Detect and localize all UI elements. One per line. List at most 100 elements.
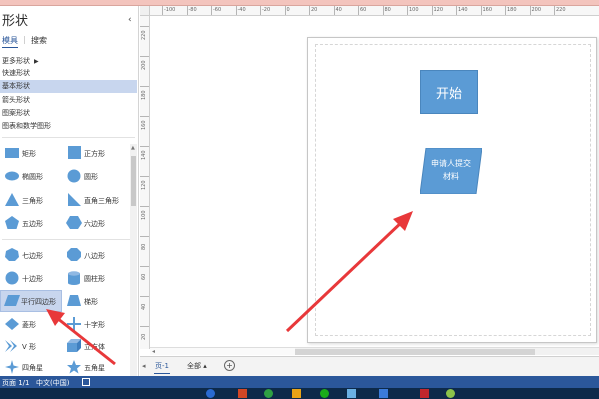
ruler-tick: [140, 296, 149, 297]
ruler-label: 140: [458, 7, 468, 13]
right-triangle-icon: [68, 193, 81, 206]
ruler-tick: [211, 6, 212, 15]
pane-scrollbar[interactable]: ▲: [130, 144, 137, 382]
hexagon-icon: [66, 216, 82, 229]
cross-icon: [67, 317, 81, 331]
ellipse-icon: [5, 171, 19, 181]
shape-label: 正方形: [84, 150, 105, 158]
ruler-tick: [140, 236, 149, 237]
media-app-icon[interactable]: [420, 389, 429, 398]
shape-hexagon[interactable]: 六边形: [64, 214, 122, 234]
chat-app-icon[interactable]: [264, 389, 273, 398]
messaging-app-icon[interactable]: [320, 389, 329, 398]
stencil-charts-math[interactable]: 图表和数学图形: [0, 120, 137, 133]
folder-app-icon[interactable]: [292, 389, 301, 398]
ruler-label: 160: [141, 120, 147, 130]
taskbar: [0, 388, 599, 399]
tab-stencils[interactable]: 模具: [2, 35, 18, 48]
shape-five-point-star[interactable]: 五角星: [64, 358, 122, 378]
flowchart-start-shape[interactable]: 开始: [420, 70, 478, 114]
visio-window: 形状 ‹ 模具 | 搜索 更多形状 ▶ 快速形状 基本形状 箭头形状 图案形状 图…: [0, 0, 599, 399]
page-tabs-bar: ◂ 页-1 全部 ▴ +: [140, 356, 599, 376]
stencil-pattern-shapes[interactable]: 图案形状: [0, 107, 137, 120]
shape-parallelogram[interactable]: 平行四边形: [0, 290, 62, 312]
status-page[interactable]: 页面 1/1: [2, 378, 30, 388]
shape-label: 立方体: [84, 343, 105, 351]
scroll-up-icon[interactable]: ▲: [131, 145, 135, 151]
tab-search[interactable]: 搜索: [31, 35, 47, 46]
office-app-icon[interactable]: [238, 389, 247, 398]
ruler-tick: [140, 176, 149, 177]
ruler-label: 40: [141, 303, 147, 310]
shape-heptagon[interactable]: 七边形: [2, 246, 60, 266]
shape-cube[interactable]: 立方体: [64, 337, 122, 357]
shape-four-point-star[interactable]: 四角星: [2, 358, 60, 378]
tray-app-icon[interactable]: [446, 389, 455, 398]
shape-triangle[interactable]: 三角形: [2, 191, 60, 211]
all-pages-button[interactable]: 全部 ▴: [187, 361, 207, 371]
ruler-label: 220: [556, 7, 566, 13]
pane-title: 形状: [2, 14, 29, 29]
shape-cross[interactable]: 十字形: [64, 315, 122, 335]
shape-ellipse[interactable]: 椭圆形: [2, 167, 60, 187]
ruler-tick: [309, 6, 310, 15]
shape-diamond[interactable]: 菱形: [2, 315, 60, 335]
flowchart-parallelogram-shape[interactable]: 申请人提交 材料: [419, 147, 483, 195]
ruler-tick: [431, 6, 433, 15]
shape-label: 矩形: [22, 150, 36, 158]
stencil-arrow-shapes[interactable]: 箭头形状: [0, 94, 137, 107]
shape-trapezoid[interactable]: 梯形: [64, 292, 122, 312]
horizontal-scrollbar[interactable]: [295, 347, 599, 355]
cylinder-icon: [68, 271, 80, 285]
ruler-label: 60: [360, 7, 367, 13]
shape-label: 圆形: [84, 173, 98, 181]
triangle-icon: [5, 193, 19, 206]
shape-pentagon[interactable]: 五边形: [2, 214, 60, 234]
collapse-pane-icon[interactable]: ‹: [128, 15, 132, 25]
ruler-label: 60: [141, 273, 147, 280]
drawing-canvas[interactable]: [151, 17, 599, 346]
shape-label: 圆柱形: [84, 275, 105, 283]
octagon-icon: [67, 248, 81, 261]
page-nav-icon[interactable]: ◂: [142, 362, 146, 370]
status-language[interactable]: 中文(中国): [36, 378, 69, 388]
tab-page-1[interactable]: 页-1: [152, 360, 172, 374]
ruler-tick: [235, 6, 237, 15]
circle-icon: [67, 169, 81, 183]
ruler-tick: [382, 6, 384, 15]
browser-app-icon[interactable]: [206, 389, 215, 398]
stencil-quick-shapes[interactable]: 快速形状: [0, 67, 137, 80]
ruler-label: 100: [141, 210, 147, 220]
trapezoid-icon: [67, 295, 81, 306]
shape-rectangle[interactable]: 矩形: [2, 144, 60, 164]
add-page-button[interactable]: +: [224, 360, 235, 371]
stencil-basic-shapes[interactable]: 基本形状: [0, 80, 137, 93]
ruler-label: 200: [141, 60, 147, 70]
shape-label: 梯形: [84, 298, 98, 306]
shape-cylinder[interactable]: 圆柱形: [64, 269, 122, 289]
hscroll-thumb[interactable]: [295, 349, 535, 355]
shape-chevron[interactable]: V 形: [2, 337, 60, 357]
scroll-thumb[interactable]: [131, 156, 136, 206]
shape-right-triangle[interactable]: 直角三角形: [64, 191, 122, 211]
shape-text: 申请人提交 材料: [420, 157, 482, 183]
pentagon-icon: [5, 216, 19, 229]
visio-app-icon[interactable]: [379, 389, 388, 398]
shape-square[interactable]: 正方形: [64, 144, 122, 164]
ruler-tick: [333, 6, 335, 15]
shape-octagon[interactable]: 八边形: [64, 246, 122, 266]
diamond-icon: [5, 318, 19, 330]
macro-record-icon[interactable]: [82, 378, 90, 386]
scroll-left-icon[interactable]: ◂: [152, 348, 155, 355]
ruler-tick: [260, 6, 261, 15]
hscroll-left-area[interactable]: ◂: [150, 347, 295, 355]
heptagon-icon: [5, 248, 19, 261]
chevron-icon: [5, 340, 17, 352]
shape-circle[interactable]: 圆形: [64, 167, 122, 187]
network-app-icon[interactable]: [347, 389, 356, 398]
shape-label: 四角星: [22, 364, 43, 372]
ruler-tick: [140, 206, 149, 207]
shape-label: 椭圆形: [22, 173, 43, 181]
shape-decagon[interactable]: 十边形: [2, 269, 60, 289]
ruler-tick: [456, 6, 457, 15]
